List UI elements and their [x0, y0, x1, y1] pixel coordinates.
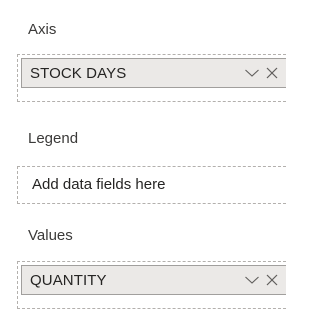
close-icon[interactable] [264, 272, 280, 288]
axis-section-label: Axis [28, 21, 57, 38]
chevron-down-icon[interactable] [244, 272, 260, 288]
values-field-pill[interactable]: QUANTITY [21, 265, 286, 295]
legend-field-well[interactable]: Add data fields here [17, 166, 286, 204]
chevron-down-icon[interactable] [244, 65, 260, 81]
axis-field-well[interactable]: STOCK DAYS [17, 54, 286, 102]
values-section-label: Values [28, 227, 73, 244]
axis-field-pill[interactable]: STOCK DAYS [21, 58, 286, 88]
close-icon[interactable] [264, 65, 280, 81]
axis-field-name: STOCK DAYS [30, 64, 127, 82]
values-field-well[interactable]: QUANTITY [17, 261, 286, 309]
fields-pane: Axis STOCK DAYS Legend Add data fields h… [0, 0, 286, 315]
legend-section-label: Legend [28, 130, 79, 147]
values-field-name: QUANTITY [30, 271, 107, 289]
legend-placeholder: Add data fields here [32, 176, 166, 193]
